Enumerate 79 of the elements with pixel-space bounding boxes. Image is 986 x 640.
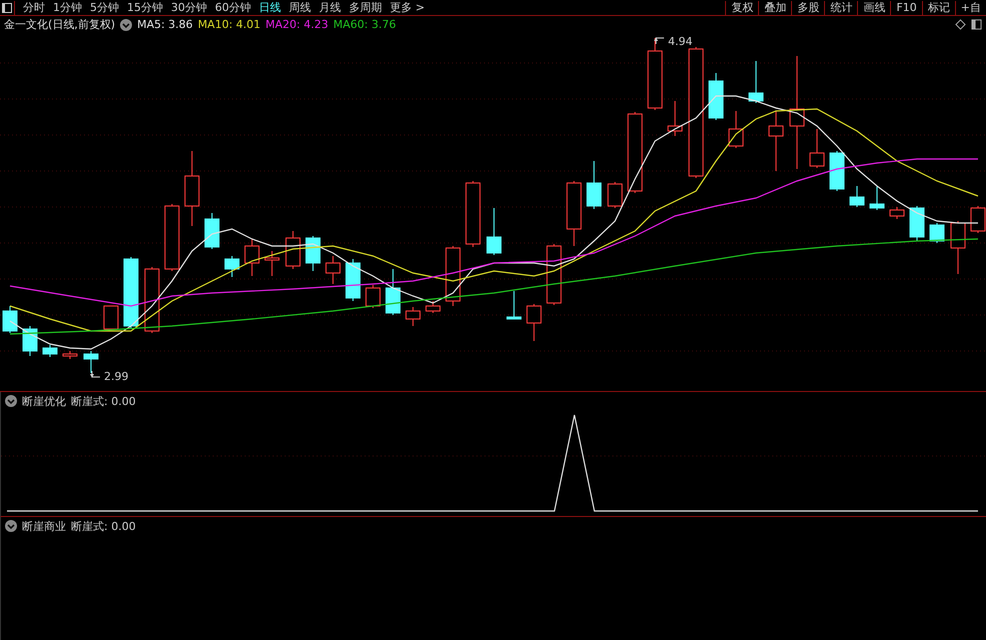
ma-value: MA20: 4.23 xyxy=(266,18,328,31)
candlestick xyxy=(406,306,420,326)
candlestick xyxy=(830,150,844,192)
chevron-down-icon[interactable] xyxy=(5,395,17,407)
candlestick xyxy=(104,306,118,330)
stock-title: 金一文化(日线,前复权) xyxy=(4,17,116,32)
candlestick xyxy=(586,160,602,210)
candlestick xyxy=(84,350,98,374)
candlestick xyxy=(850,186,864,208)
candlestick xyxy=(426,300,440,314)
chevron-down-icon[interactable] xyxy=(120,18,132,30)
panel-icon[interactable] xyxy=(971,19,982,30)
candlestick xyxy=(366,284,380,308)
period-tab[interactable]: 30分钟 xyxy=(171,0,207,14)
toolbar-button[interactable]: F10 xyxy=(890,0,922,14)
toolbar-button[interactable]: 标记 xyxy=(922,0,955,14)
period-tab[interactable]: 周线 xyxy=(289,0,311,14)
period-tab[interactable]: 月线 xyxy=(319,0,341,14)
diamond-icon[interactable] xyxy=(955,19,966,30)
candlestick xyxy=(264,250,280,276)
candlestick xyxy=(224,256,240,278)
low-price-label: 2.99 xyxy=(104,370,128,383)
candlestick xyxy=(910,206,924,242)
candlestick xyxy=(486,208,502,256)
chevron-down-icon[interactable] xyxy=(5,520,17,532)
period-tab[interactable]: 1分钟 xyxy=(53,0,82,14)
high-marker-arrow xyxy=(654,37,664,44)
indicator-title: 断崖优化 xyxy=(22,394,66,408)
candlestick xyxy=(506,290,522,320)
candlestick xyxy=(286,230,300,270)
panel-toggle-icon[interactable] xyxy=(0,0,15,14)
candlestick xyxy=(144,266,160,334)
candlestick xyxy=(668,100,682,136)
ma-value: MA5: 3.86 xyxy=(137,18,193,31)
candlestick xyxy=(446,246,460,306)
candlestick xyxy=(526,304,542,342)
candlestick xyxy=(930,222,944,244)
candlestick xyxy=(386,268,400,316)
indicator-value: 断崖式: 0.00 xyxy=(71,518,136,534)
period-tab[interactable]: 分时 xyxy=(23,0,45,14)
candlestick xyxy=(546,244,562,306)
toolbar-button[interactable]: 多股 xyxy=(791,0,824,14)
candlestick xyxy=(346,258,360,302)
toolbar-button[interactable]: 复权 xyxy=(725,0,758,14)
candlestick xyxy=(890,206,904,220)
period-tab[interactable]: 5分钟 xyxy=(90,0,119,14)
toolbar-button[interactable]: +自 xyxy=(954,0,986,14)
period-tab[interactable]: 15分钟 xyxy=(127,0,163,14)
candlestick xyxy=(42,344,58,358)
candlestick xyxy=(950,220,966,274)
candlestick xyxy=(306,236,320,272)
low-marker-arrow xyxy=(90,370,100,378)
candlestick xyxy=(768,110,784,172)
toolbar-button[interactable]: 叠加 xyxy=(758,0,792,14)
candlestick xyxy=(2,306,18,334)
candlestick xyxy=(728,110,744,148)
period-tab[interactable]: 60分钟 xyxy=(215,0,251,14)
candlestick xyxy=(164,204,180,272)
candlestick xyxy=(204,212,220,250)
period-tab[interactable]: 更多 > xyxy=(390,0,425,14)
period-tab[interactable]: 日线 xyxy=(259,0,281,14)
candlestick xyxy=(466,180,480,248)
candlestick xyxy=(810,128,824,168)
candlestick xyxy=(22,326,38,356)
candlestick xyxy=(326,256,340,284)
candlestick xyxy=(870,186,884,210)
indicator-value: 断崖式: 0.00 xyxy=(71,394,136,408)
toolbar-button[interactable]: 统计 xyxy=(824,0,858,14)
toolbar-button[interactable]: 画线 xyxy=(857,0,890,14)
high-price-label: 4.94 xyxy=(668,35,692,48)
candlestick xyxy=(708,72,724,120)
ma-value: MA10: 4.01 xyxy=(198,18,261,31)
candlestick xyxy=(608,182,622,208)
indicator-title: 断崖商业 xyxy=(22,518,66,534)
candlestick xyxy=(748,60,764,104)
period-tab[interactable]: 多周期 xyxy=(349,0,382,14)
candlestick xyxy=(244,238,260,276)
ma-value: MA60: 3.76 xyxy=(333,18,396,31)
candlestick xyxy=(566,180,582,246)
